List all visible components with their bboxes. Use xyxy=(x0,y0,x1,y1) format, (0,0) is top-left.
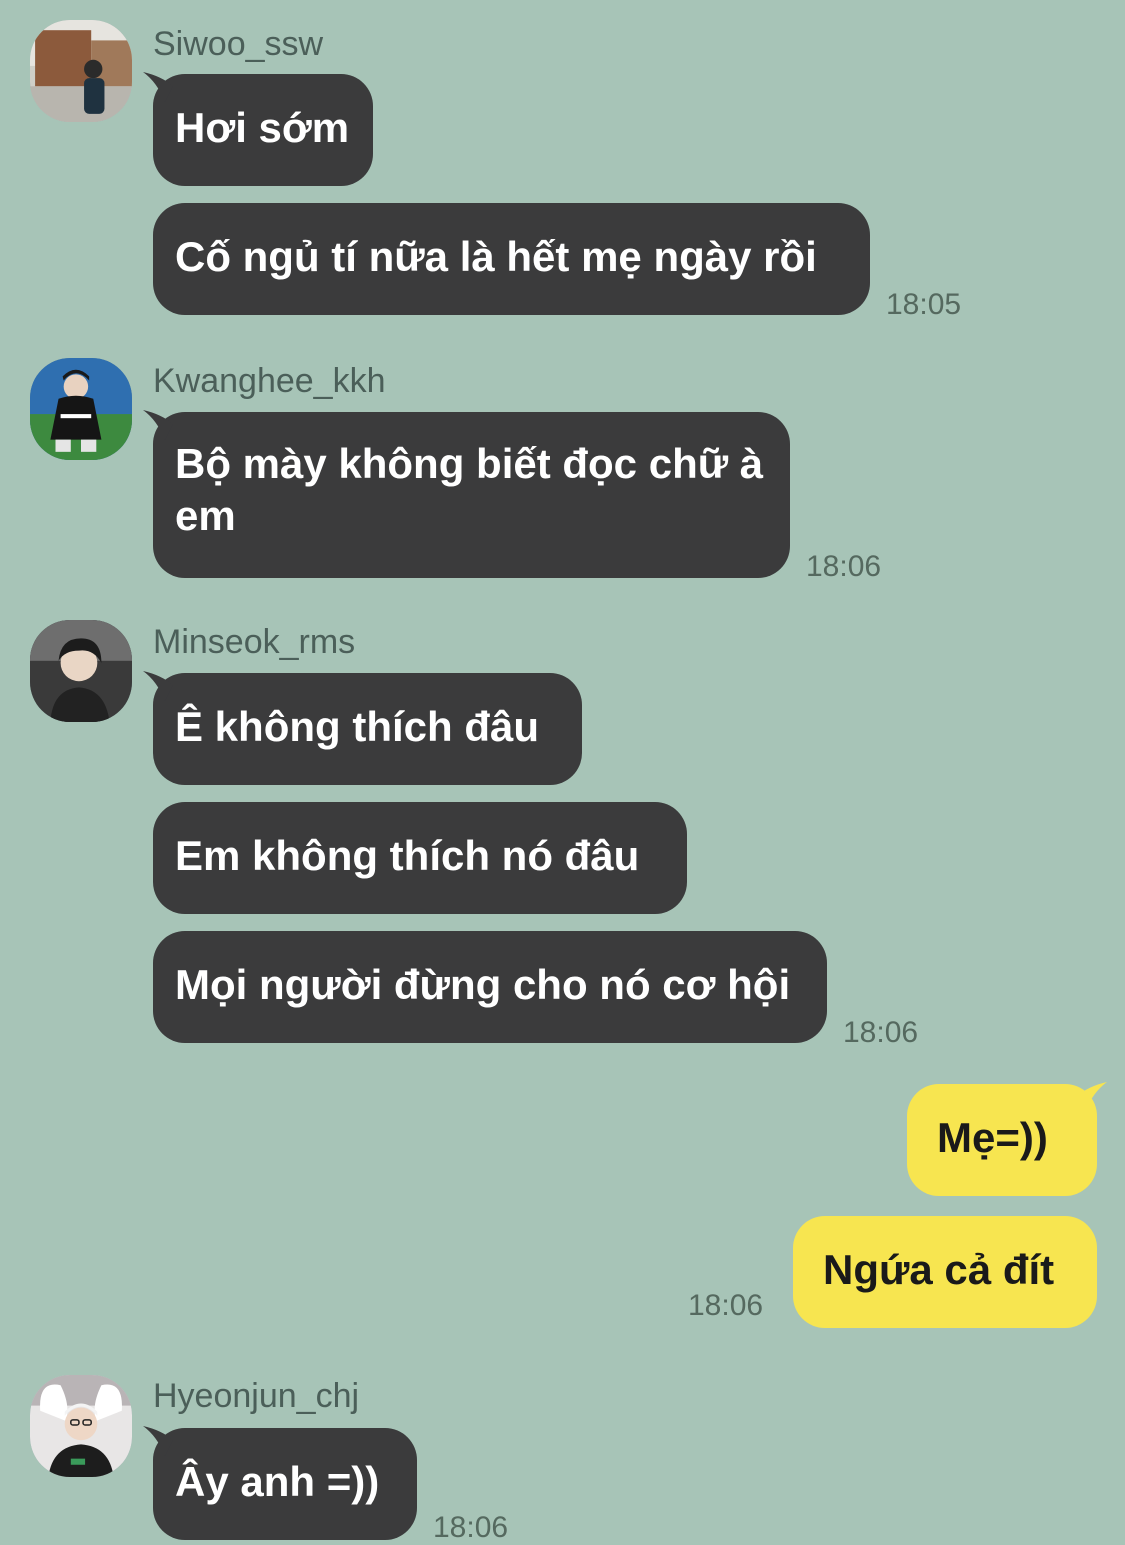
profile-photo-icon xyxy=(30,1375,132,1477)
timestamp: 18:06 xyxy=(806,550,882,583)
message-text: Ngứa cả đít xyxy=(823,1246,1055,1293)
message-text: Ê không thích đâu xyxy=(175,703,539,750)
message-bubble[interactable]: Bộ mày không biết đọc chữ à em xyxy=(143,410,790,578)
timestamp: 18:06 xyxy=(433,1511,509,1544)
timestamp: 18:06 xyxy=(843,1016,919,1049)
message-text: Ây anh =)) xyxy=(175,1458,380,1505)
message-text: Cố ngủ tí nữa là hết mẹ ngày rồi xyxy=(175,233,817,280)
message-bubble[interactable]: Ê không thích đâu xyxy=(143,671,582,785)
profile-photo-icon xyxy=(30,620,132,722)
my-message-bubble[interactable]: Mẹ=)) xyxy=(907,1082,1107,1196)
bubble-tail xyxy=(143,1426,173,1456)
sender-name: Hyeonjun_chj xyxy=(153,1377,360,1415)
profile-photo-icon xyxy=(30,20,132,122)
bubble-tail xyxy=(143,72,173,102)
timestamp: 18:05 xyxy=(886,288,962,321)
message-bubble[interactable]: Hơi sớm xyxy=(143,72,373,186)
sender-name: Siwoo_ssw xyxy=(153,25,324,63)
message-bubble[interactable]: Mọi người đừng cho nó cơ hội xyxy=(153,931,827,1043)
avatar-minseok[interactable] xyxy=(30,620,132,722)
message-text: Mẹ=)) xyxy=(937,1114,1048,1161)
message-text: Hơi sớm xyxy=(175,104,350,151)
bubble-tail xyxy=(143,671,173,701)
avatar-kwanghee[interactable] xyxy=(30,358,132,460)
message-text: Bộ mày không biết đọc chữ à em xyxy=(175,440,764,539)
message-bubble[interactable]: Ây anh =)) xyxy=(143,1426,417,1540)
message-text: Mọi người đừng cho nó cơ hội xyxy=(175,961,791,1008)
message-bubble[interactable]: Em không thích nó đâu xyxy=(153,802,687,914)
timestamp: 18:06 xyxy=(688,1289,764,1322)
my-message-bubble[interactable]: Ngứa cả đít xyxy=(793,1216,1097,1328)
profile-photo-icon xyxy=(30,358,132,460)
sender-name: Minseok_rms xyxy=(153,623,356,661)
avatar-siwoo[interactable] xyxy=(30,20,132,122)
message-bubble[interactable]: Cố ngủ tí nữa là hết mẹ ngày rồi xyxy=(153,203,870,315)
bubble-tail xyxy=(1077,1082,1107,1112)
bubble-tail xyxy=(143,410,173,440)
avatar-hyeonjun[interactable] xyxy=(30,1375,132,1477)
message-text: Em không thích nó đâu xyxy=(175,832,640,879)
sender-name: Kwanghee_kkh xyxy=(153,362,386,400)
